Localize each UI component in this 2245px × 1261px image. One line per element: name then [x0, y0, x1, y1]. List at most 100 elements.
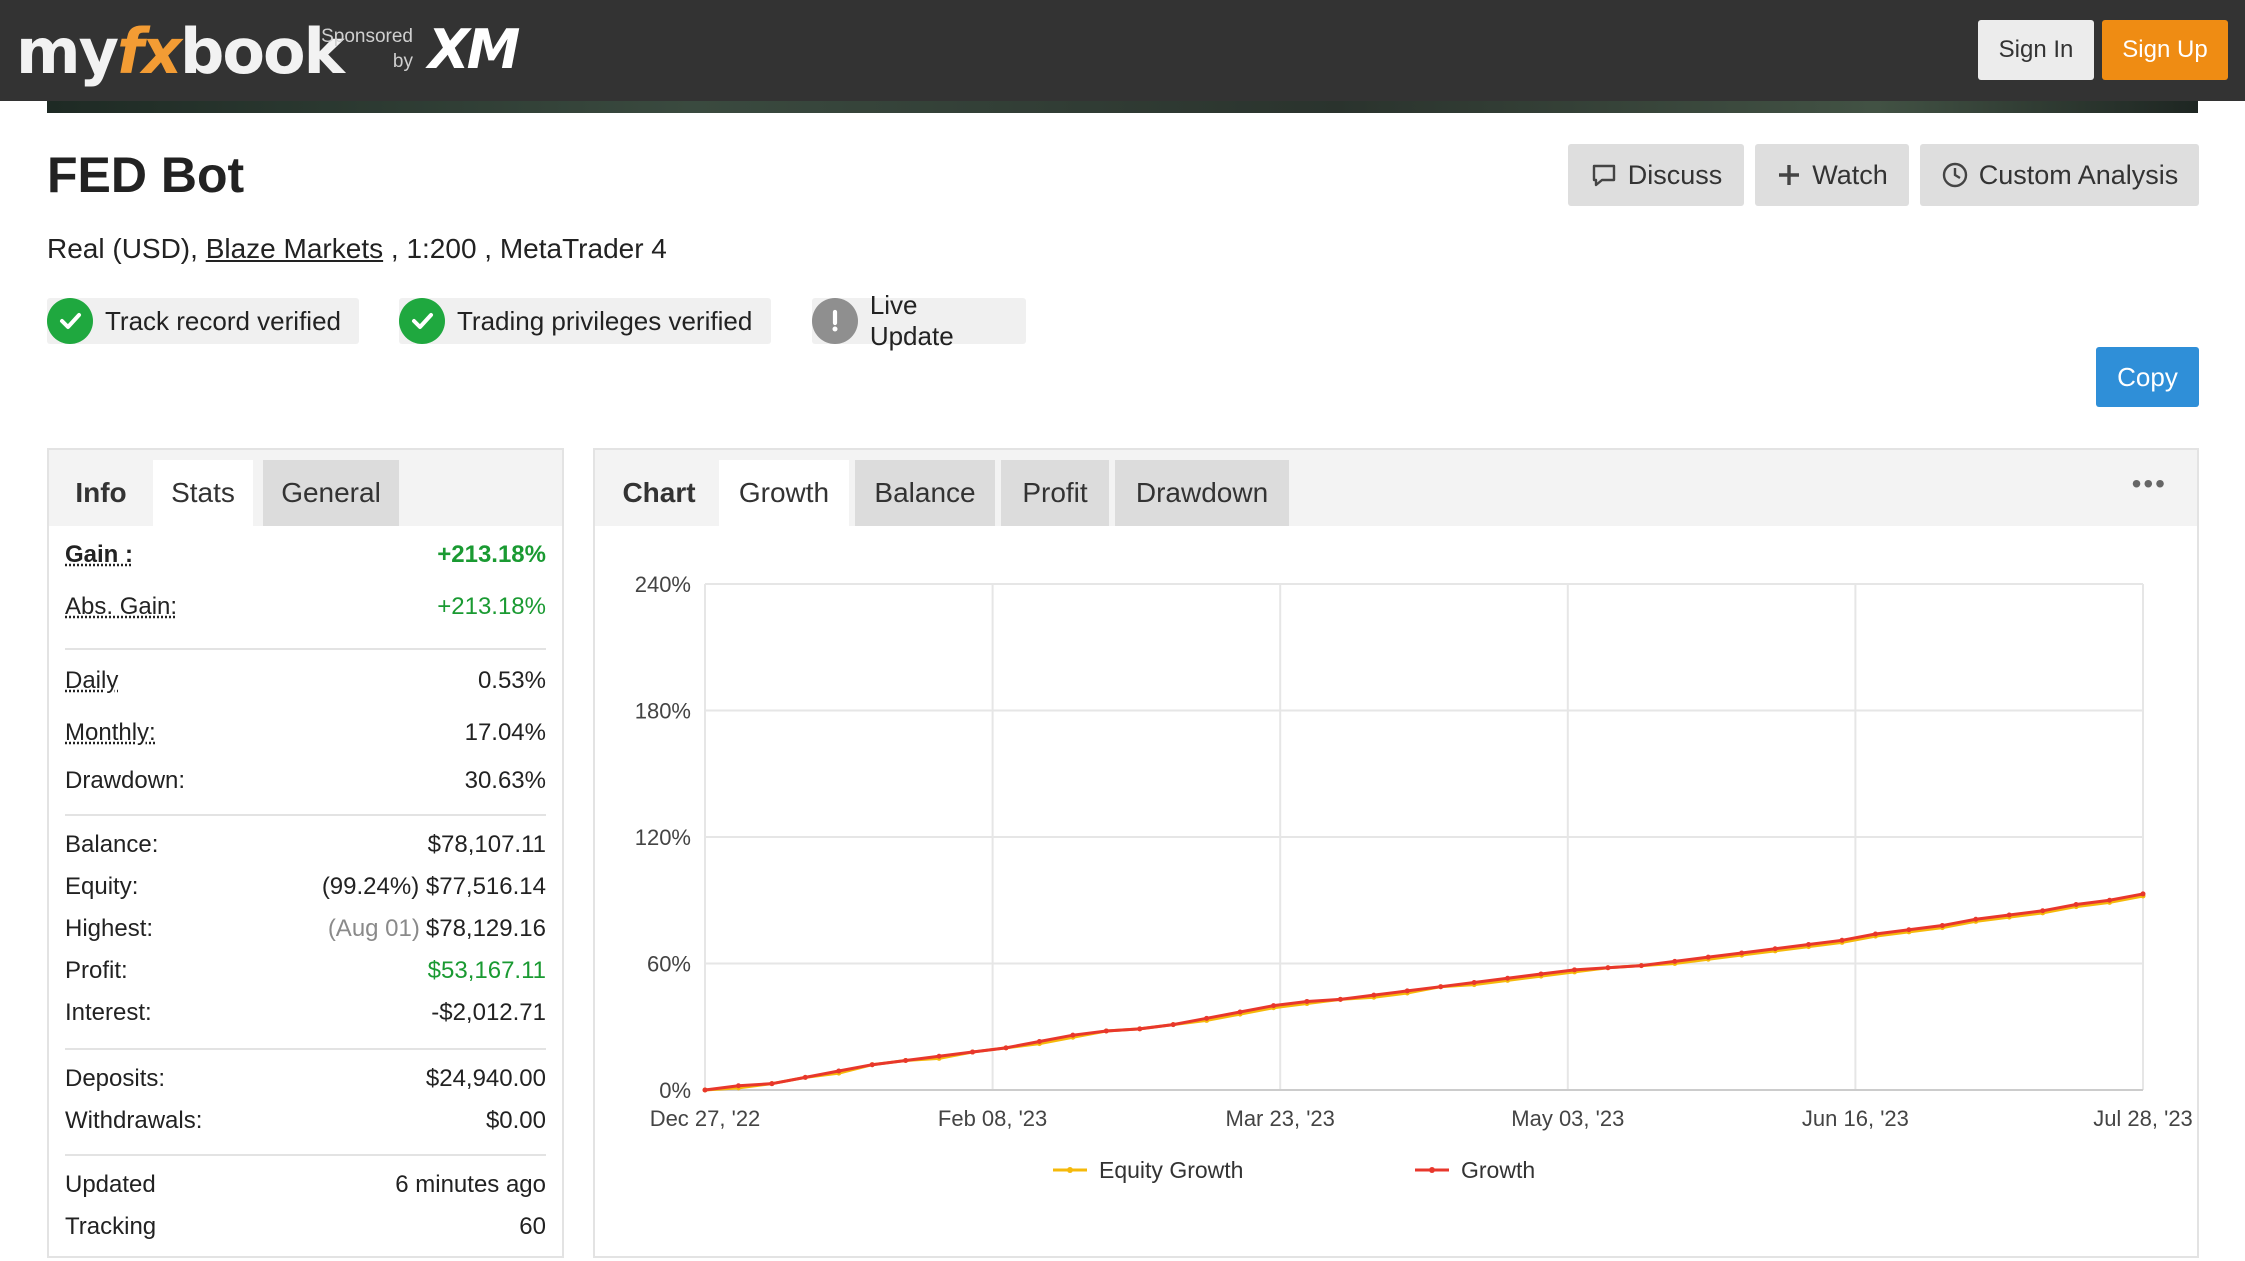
stat-label[interactable]: Abs. Gain:	[65, 593, 177, 621]
series-point	[2140, 891, 2146, 897]
custom-analysis-button[interactable]: Custom Analysis	[1920, 144, 2199, 206]
stat-gain: Gain : +213.18%	[65, 534, 546, 576]
stat-value: 17.04%	[464, 719, 546, 746]
series-point	[1404, 988, 1410, 994]
stat-label: Deposits:	[65, 1065, 166, 1092]
sign-in-button[interactable]: Sign In	[1978, 20, 2094, 80]
tab-profit[interactable]: Profit	[1001, 460, 1109, 526]
xm-sponsor-logo[interactable]: XM	[428, 18, 520, 81]
series-point	[1806, 942, 1812, 948]
series-point	[1672, 958, 1678, 964]
stat-label[interactable]: Gain :	[65, 541, 133, 569]
series-point	[735, 1083, 741, 1089]
series-point	[1070, 1032, 1076, 1038]
check-circle-icon	[399, 298, 445, 344]
y-tick-label: 60%	[647, 952, 691, 977]
top-navbar: myfxbook Sponsored by XM Sign In Sign Up	[0, 0, 2245, 101]
series-point	[769, 1081, 775, 1087]
stat-value: $53,167.11	[427, 957, 546, 984]
stat-value: $24,940.00	[425, 1065, 546, 1092]
discuss-button[interactable]: Discuss	[1568, 144, 1744, 206]
more-options-icon[interactable]: •••	[2132, 468, 2167, 500]
account-type: Real (USD),	[47, 233, 198, 264]
stat-abs-gain: Abs. Gain: +213.18%	[65, 586, 546, 628]
tab-growth[interactable]: Growth	[719, 460, 849, 526]
badge-label: Live Update	[869, 290, 954, 351]
tab-chart[interactable]: Chart	[609, 460, 709, 526]
stat-label: Balance:	[65, 831, 159, 858]
stat-monthly: Monthly: 17.04%	[65, 712, 546, 754]
copy-button[interactable]: Copy	[2096, 347, 2199, 407]
series-point	[1839, 937, 1845, 943]
leverage-platform: , 1:200 , MetaTrader 4	[383, 233, 667, 264]
chart-legend: Equity Growth Growth	[1053, 1157, 1535, 1183]
stat-label[interactable]: Monthly:	[65, 719, 156, 747]
custom-analysis-label: Custom Analysis	[1978, 159, 2179, 190]
stat-label: Interest:	[65, 999, 152, 1026]
series-point	[936, 1053, 942, 1059]
x-tick-label: Mar 23, '23	[1226, 1106, 1335, 1131]
tab-drawdown[interactable]: Drawdown	[1115, 460, 1289, 526]
series-point	[1939, 923, 1945, 929]
series-point	[1237, 1009, 1243, 1015]
divider	[65, 814, 546, 816]
stat-highest: Highest: (Aug 01) $78,129.16	[65, 908, 546, 950]
highest-date-note: (Aug 01)	[327, 915, 420, 942]
plus-icon	[1779, 165, 1800, 185]
series-point	[970, 1049, 976, 1055]
watch-button[interactable]: Watch	[1755, 144, 1909, 206]
series-point	[1170, 1022, 1176, 1028]
badge-label: Track record verified	[105, 305, 341, 336]
stat-value: $78,129.16	[425, 915, 546, 942]
series-point	[836, 1068, 842, 1074]
series-point	[1204, 1015, 1210, 1021]
series-point	[1137, 1026, 1143, 1032]
stat-label[interactable]: Daily	[65, 667, 118, 695]
series-point	[1638, 963, 1644, 969]
series-point	[1003, 1045, 1009, 1051]
sign-up-button[interactable]: Sign Up	[2102, 20, 2228, 80]
y-tick-label: 120%	[635, 825, 691, 850]
stat-label: Drawdown:	[65, 767, 186, 794]
stat-value: 30.63%	[464, 767, 546, 794]
series-point	[903, 1057, 909, 1063]
watch-label: Watch	[1812, 159, 1888, 190]
chart-grid	[704, 583, 2144, 1091]
series-point	[1973, 916, 1979, 922]
legend-label: Growth	[1461, 1157, 1535, 1183]
stat-daily: Daily 0.53%	[65, 660, 546, 702]
broker-link[interactable]: Blaze Markets	[206, 233, 383, 264]
tab-balance[interactable]: Balance	[855, 460, 995, 526]
stat-value: +213.18%	[437, 541, 546, 568]
series-point	[1705, 954, 1711, 960]
stat-balance: Balance: $78,107.11	[65, 824, 546, 866]
divider	[65, 1048, 546, 1050]
stat-value: 0.53%	[477, 667, 546, 694]
tab-general[interactable]: General	[263, 460, 399, 526]
tab-info[interactable]: Info	[59, 460, 143, 526]
series-point	[1571, 967, 1577, 973]
series-point	[1438, 984, 1444, 990]
check-circle-icon	[47, 298, 93, 344]
exclamation-circle-icon	[812, 298, 858, 344]
x-tick-label: Jun 16, '23	[1802, 1106, 1909, 1131]
series-point	[869, 1062, 875, 1068]
stat-deposits: Deposits: $24,940.00	[65, 1058, 546, 1100]
clock-icon	[1942, 162, 1967, 188]
series-point	[1371, 992, 1377, 998]
x-tick-label: Feb 08, '23	[938, 1106, 1047, 1131]
series-point	[1772, 946, 1778, 952]
stat-withdrawals: Withdrawals: $0.00	[65, 1100, 546, 1142]
stat-label: Highest:	[65, 915, 154, 942]
stat-label: Profit:	[65, 957, 128, 984]
stat-updated: Updated 6 minutes ago	[65, 1164, 546, 1206]
series-point	[1505, 975, 1511, 981]
series-point	[2107, 897, 2113, 903]
sponsored-by-text: Sponsored by	[321, 26, 413, 72]
myfxbook-logo[interactable]: myfxbook	[16, 8, 345, 94]
tab-stats[interactable]: Stats	[153, 460, 253, 526]
series-point	[702, 1087, 708, 1093]
stat-label: Updated	[65, 1171, 156, 1198]
x-tick-label: May 03, '23	[1511, 1106, 1624, 1131]
series-point	[1036, 1039, 1042, 1045]
